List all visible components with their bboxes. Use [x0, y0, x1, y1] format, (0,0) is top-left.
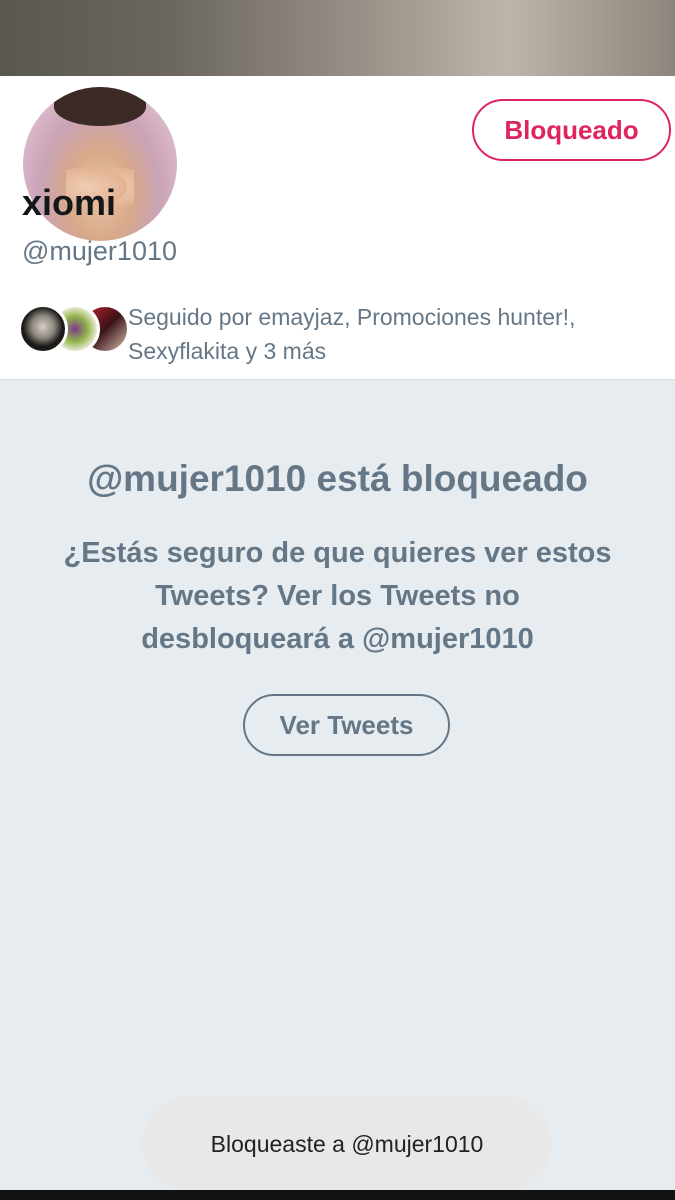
view-tweets-button[interactable]: Ver Tweets: [243, 694, 450, 756]
followed-by-text[interactable]: Seguido por emayjaz, Promociones hunter!…: [128, 300, 658, 368]
followers-avatar-stack[interactable]: [18, 304, 130, 356]
blocked-toast: Bloqueaste a @mujer1010: [142, 1096, 552, 1192]
profile-name: xiomi: [22, 182, 117, 223]
bottom-edge: [0, 1190, 675, 1200]
profile-handle: @mujer1010: [22, 236, 177, 266]
profile-banner[interactable]: [0, 0, 675, 76]
follower-avatar: [18, 304, 68, 354]
profile-header: Bloqueado xiomi @mujer1010 Seguido por e…: [0, 76, 675, 380]
blocked-message: ¿Estás seguro de que quieres ver estos T…: [63, 537, 612, 655]
blocked-title: @mujer1010 está bloqueado: [87, 458, 588, 499]
blocked-button[interactable]: Bloqueado: [472, 99, 671, 161]
